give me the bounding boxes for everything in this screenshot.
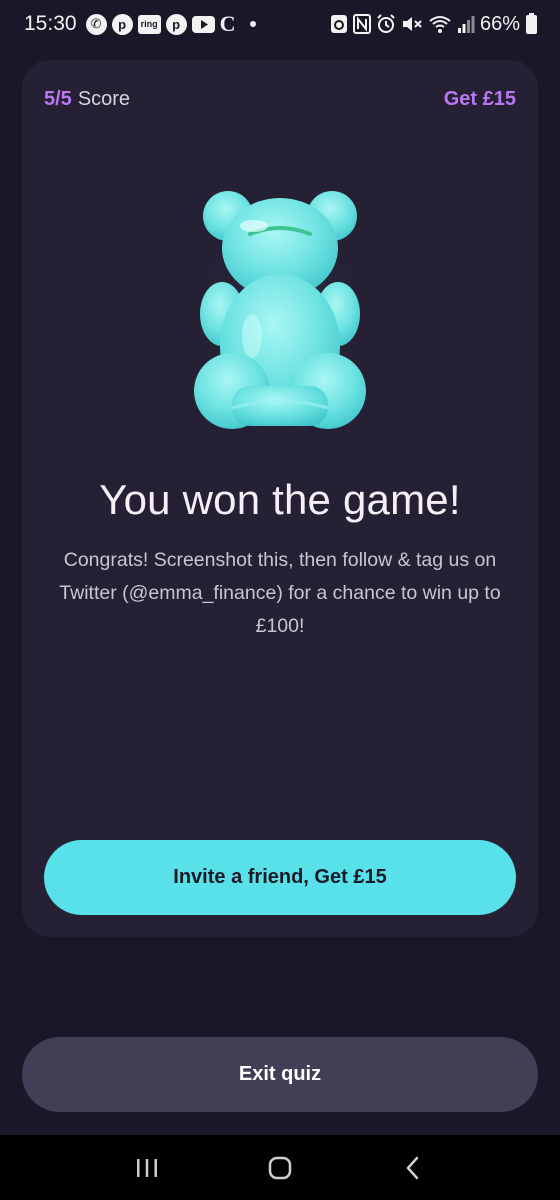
recycle-icon: [330, 14, 348, 34]
home-icon[interactable]: [250, 1143, 310, 1193]
result-description: Congrats! Screenshot this, then follow &…: [59, 549, 501, 637]
battery-percent: 66%: [479, 12, 520, 35]
score-label: Score: [77, 88, 131, 110]
status-time: 15:30: [24, 12, 77, 35]
alarm-icon: [376, 14, 396, 34]
pinterest-icon: p: [165, 13, 187, 35]
signal-icon: [457, 14, 475, 34]
battery-icon: [525, 13, 538, 35]
status-bar-right: 66%: [330, 13, 538, 36]
quiz-result-card: 5/5 Score Get £15 You won the game! Cong…: [22, 60, 538, 937]
invite-friend-button[interactable]: Invite a friend, Get £15: [44, 840, 516, 915]
c-app-icon: C: [219, 11, 236, 36]
back-icon[interactable]: [383, 1143, 443, 1193]
wifi-icon: [428, 14, 452, 34]
score-value: 5/5: [44, 88, 72, 110]
status-bar-left: 15:30 ✆ p ring p C: [24, 11, 257, 37]
whatsapp-icon: ✆: [85, 13, 107, 35]
mute-icon: [401, 14, 423, 34]
recent-apps-icon[interactable]: [117, 1143, 177, 1193]
system-navigation-bar: [0, 1135, 560, 1200]
nfc-icon: [352, 14, 371, 34]
gummy-bear-illustration: [185, 186, 375, 456]
pinterest-icon: p: [111, 13, 133, 35]
exit-quiz-button[interactable]: Exit quiz: [22, 1037, 538, 1112]
ring-icon: ring: [137, 14, 161, 34]
status-bar: 15:30 ✆ p ring p C 66%: [0, 0, 560, 48]
youtube-icon: [191, 15, 215, 33]
score-display: 5/5 Score: [44, 88, 130, 111]
notification-dot: [250, 21, 257, 27]
reward-link[interactable]: Get £15: [444, 88, 516, 111]
result-headline: You won the game!: [99, 476, 461, 523]
